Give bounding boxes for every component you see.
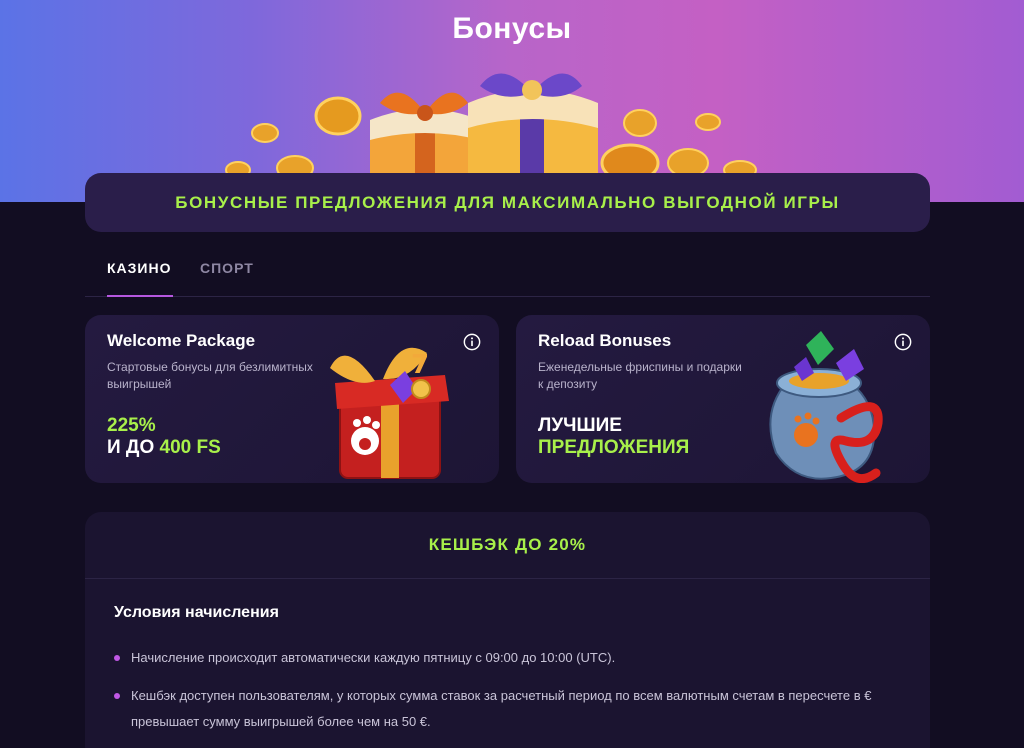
- treasure-bag-icon: [769, 331, 883, 483]
- card-offer: 225% И ДО 400 FS: [107, 415, 221, 459]
- condition-text: Начисление происходит автоматически кажд…: [131, 650, 616, 665]
- offer-freespins: 400 FS: [159, 437, 221, 458]
- card-title: Reload Bonuses: [538, 331, 672, 350]
- list-item: Начисление происходит автоматически кажд…: [114, 645, 904, 671]
- bullet-icon: [114, 655, 120, 661]
- gift-box-icon: 7: [330, 347, 449, 479]
- promo-banner: БОНУСНЫЕ ПРЕДЛОЖЕНИЯ ДЛЯ МАКСИМАЛЬНО ВЫГ…: [85, 173, 930, 232]
- bonus-tabs: КАЗИНО СПОРТ: [85, 248, 930, 297]
- card-description: Еженедельные фриспины и подарки к депози…: [538, 360, 742, 391]
- offer-prefix: И ДО: [107, 437, 160, 458]
- bullet-icon: [114, 693, 120, 699]
- card-description: Стартовые бонусы для безлимитных выигрыш…: [107, 360, 313, 391]
- cashback-header[interactable]: КЕШБЭК ДО 20%: [85, 512, 930, 579]
- tab-sport[interactable]: СПОРТ: [200, 260, 254, 276]
- card-title: Welcome Package: [107, 331, 256, 350]
- conditions-list: Начисление происходит автоматически кажд…: [114, 645, 904, 747]
- cashback-title: КЕШБЭК ДО 20%: [428, 535, 587, 554]
- hero-banner: Бонусы: [0, 0, 1024, 202]
- conditions-title: Условия начисления: [114, 604, 279, 621]
- reload-bonuses-card[interactable]: Reload Bonuses Еженедельные фриспины и п…: [516, 315, 930, 483]
- offer-line1: ЛУЧШИЕ: [538, 415, 622, 436]
- tab-casino[interactable]: КАЗИНО: [107, 260, 172, 276]
- condition-text: Кешбэк доступен пользователям, у которых…: [131, 688, 872, 729]
- info-icon[interactable]: [463, 333, 481, 351]
- active-tab-indicator: [107, 295, 173, 297]
- card-offer: ЛУЧШИЕ ПРЕДЛОЖЕНИЯ: [538, 415, 689, 459]
- cashback-panel: КЕШБЭК ДО 20% Условия начисления Начисле…: [85, 512, 930, 748]
- promo-banner-text: БОНУСНЫЕ ПРЕДЛОЖЕНИЯ ДЛЯ МАКСИМАЛЬНО ВЫГ…: [175, 192, 840, 212]
- bonuses-page: Бонусы БОНУСНЫЕ ПРЕДЛОЖЕНИЯ ДЛЯ МАКСИМАЛ…: [0, 0, 1024, 748]
- offer-percent: 225%: [107, 415, 156, 436]
- page-title: Бонусы: [452, 12, 572, 45]
- welcome-package-card[interactable]: Welcome Package Стартовые бонусы для без…: [85, 315, 499, 483]
- svg-text:7: 7: [411, 350, 429, 380]
- offer-line2: ПРЕДЛОЖЕНИЯ: [538, 437, 690, 458]
- list-item: Кешбэк доступен пользователям, у которых…: [114, 683, 904, 735]
- info-icon[interactable]: [894, 333, 912, 351]
